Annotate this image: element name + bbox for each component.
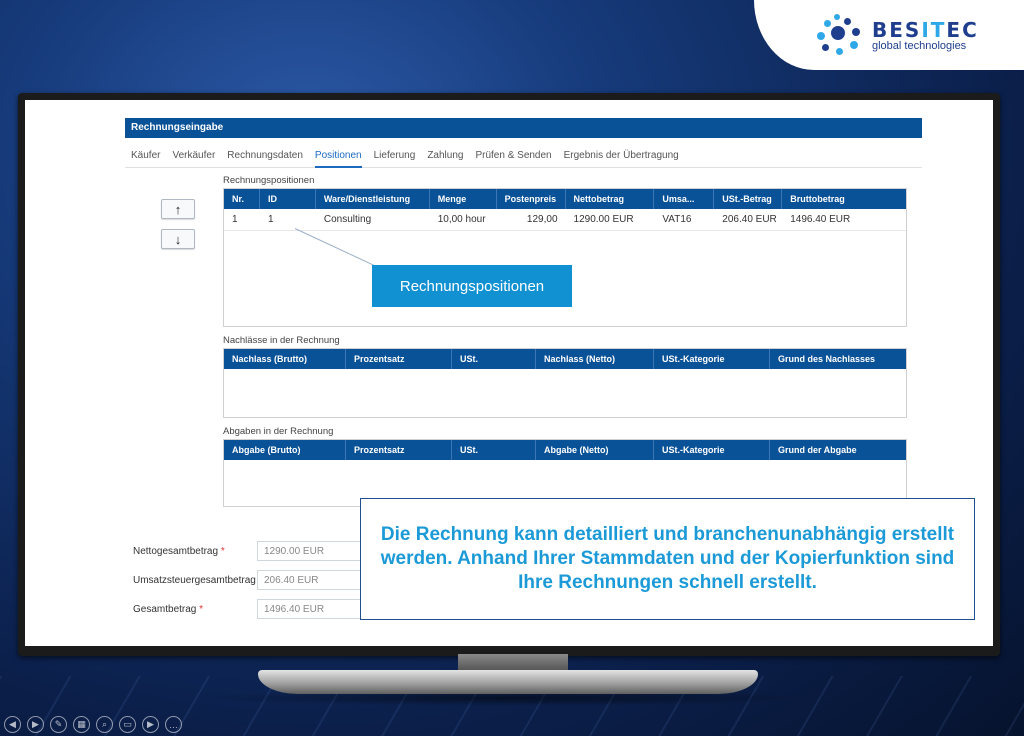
col-header[interactable]: Prozentsatz bbox=[346, 440, 452, 460]
presentation-controls: ◀ ▶ ✎ ▦ ⌕ ▭ ▶ … bbox=[4, 716, 182, 733]
charges-header: Abgabe (Brutto) Prozentsatz USt. Abgabe … bbox=[224, 440, 906, 460]
cell-vat-amount: 206.40 EUR bbox=[722, 214, 777, 225]
col-header[interactable]: USt.-Kategorie bbox=[654, 440, 770, 460]
tab-kaeufer[interactable]: Käufer bbox=[131, 148, 160, 168]
more-icon[interactable]: … bbox=[165, 716, 182, 733]
tab-rechnungsdaten[interactable]: Rechnungsdaten bbox=[227, 148, 303, 168]
tab-pruefen-senden[interactable]: Prüfen & Senden bbox=[475, 148, 551, 168]
positions-callout: Rechnungspositionen bbox=[372, 265, 572, 307]
col-header[interactable]: Nachlass (Brutto) bbox=[224, 349, 346, 369]
tab-verkaeufer[interactable]: Verkäufer bbox=[172, 148, 215, 168]
positions-label: Rechnungspositionen bbox=[223, 175, 315, 186]
cell-net: 1290.00 EUR bbox=[573, 214, 634, 225]
brand-tagline: global technologies bbox=[872, 40, 967, 52]
positions-header: Nr. ID Ware/Dienstleistung Menge Postenp… bbox=[224, 189, 906, 209]
cell-item: Consulting bbox=[323, 214, 372, 225]
table-row[interactable]: 1 1 Consulting 10,00 hour 129,00 1290.00… bbox=[224, 209, 906, 231]
info-callout-box: Die Rechnung kann detailliert und branch… bbox=[360, 498, 975, 620]
charges-label: Abgaben in der Rechnung bbox=[223, 426, 334, 437]
col-header[interactable]: ID bbox=[260, 189, 316, 209]
col-header[interactable]: Postenpreis bbox=[497, 189, 566, 209]
cell-vat-code: VAT16 bbox=[662, 214, 692, 225]
zoom-icon[interactable]: ⌕ bbox=[96, 716, 113, 733]
tab-zahlung[interactable]: Zahlung bbox=[427, 148, 463, 168]
camera-icon[interactable]: ▶ bbox=[142, 716, 159, 733]
charges-table: Abgabe (Brutto) Prozentsatz USt. Abgabe … bbox=[223, 439, 907, 507]
col-header[interactable]: USt.-Kategorie bbox=[654, 349, 770, 369]
cell-nr: 1 bbox=[232, 214, 238, 225]
tab-bar: Käufer Verkäufer Rechnungsdaten Position… bbox=[125, 148, 922, 168]
col-header[interactable]: Abgabe (Brutto) bbox=[224, 440, 346, 460]
col-header[interactable]: Nachlass (Netto) bbox=[536, 349, 654, 369]
subtitles-icon[interactable]: ▭ bbox=[119, 716, 136, 733]
cell-unit-price: 129,00 bbox=[526, 214, 558, 225]
tab-lieferung[interactable]: Lieferung bbox=[374, 148, 416, 168]
col-header[interactable]: Grund der Abgabe bbox=[770, 440, 906, 460]
col-header[interactable]: Grund des Nachlasses bbox=[770, 349, 906, 369]
vat-total-label: Umsatzsteuergesamtbetrag bbox=[133, 575, 256, 586]
brand-logo: BESITEC global technologies bbox=[754, 0, 1024, 70]
window-title: Rechnungseingabe bbox=[125, 118, 922, 138]
discounts-table: Nachlass (Brutto) Prozentsatz USt. Nachl… bbox=[223, 348, 907, 418]
cell-id: 1 bbox=[267, 214, 274, 225]
col-header[interactable]: Menge bbox=[430, 189, 497, 209]
col-header[interactable]: USt.-Betrag bbox=[714, 189, 783, 209]
discounts-header: Nachlass (Brutto) Prozentsatz USt. Nachl… bbox=[224, 349, 906, 369]
discounts-label: Nachlässe in der Rechnung bbox=[223, 335, 340, 346]
col-header[interactable]: Umsa... bbox=[654, 189, 715, 209]
cell-gross: 1496.40 EUR bbox=[790, 214, 851, 225]
cell-quantity: 10,00 hour bbox=[437, 214, 486, 225]
besitec-logo-icon bbox=[814, 10, 864, 60]
move-up-button[interactable]: ↑ bbox=[161, 199, 195, 219]
pen-icon[interactable]: ✎ bbox=[50, 716, 67, 733]
col-header[interactable]: USt. bbox=[452, 440, 536, 460]
col-header[interactable]: USt. bbox=[452, 349, 536, 369]
tab-positionen[interactable]: Positionen bbox=[314, 148, 362, 168]
monitor-stand-base bbox=[258, 670, 758, 694]
tab-ergebnis[interactable]: Ergebnis der Übertragung bbox=[564, 148, 679, 168]
brand-name: BESITEC bbox=[872, 18, 979, 42]
col-header[interactable]: Abgabe (Netto) bbox=[536, 440, 654, 460]
gross-total-label: Gesamtbetrag * bbox=[133, 604, 204, 615]
previous-icon[interactable]: ◀ bbox=[4, 716, 21, 733]
move-down-button[interactable]: ↓ bbox=[161, 229, 195, 249]
net-total-label: Nettogesamtbetrag * bbox=[133, 546, 225, 557]
col-header[interactable]: Bruttobetrag bbox=[782, 189, 906, 209]
slides-icon[interactable]: ▦ bbox=[73, 716, 90, 733]
col-header[interactable]: Prozentsatz bbox=[346, 349, 452, 369]
col-header[interactable]: Ware/Dienstleistung bbox=[316, 189, 430, 209]
next-icon[interactable]: ▶ bbox=[27, 716, 44, 733]
col-header[interactable]: Nettobetrag bbox=[566, 189, 655, 209]
col-header[interactable]: Nr. bbox=[224, 189, 260, 209]
